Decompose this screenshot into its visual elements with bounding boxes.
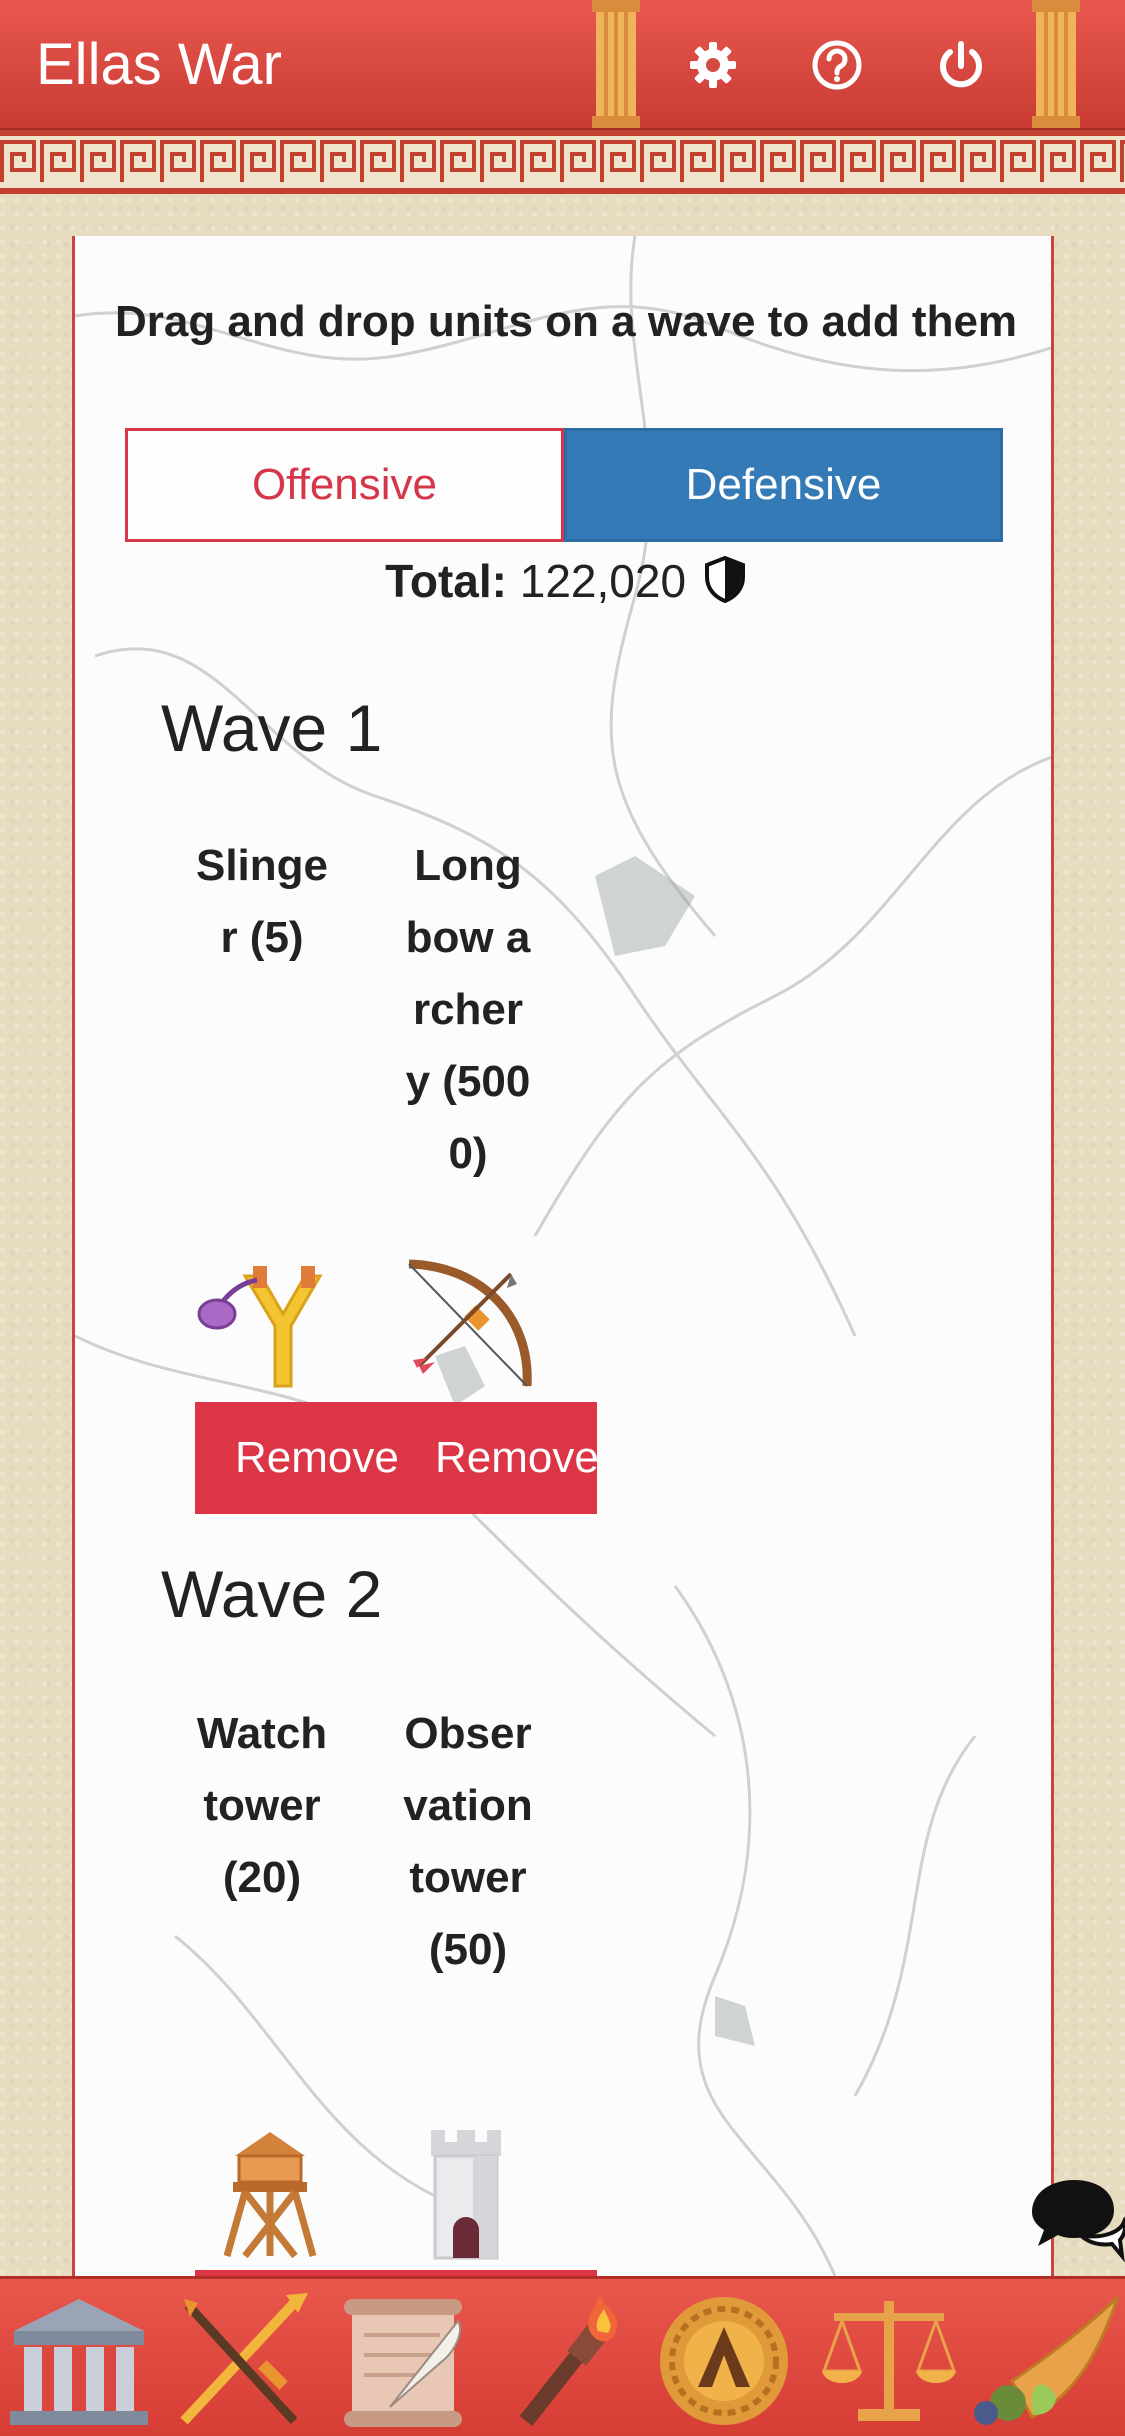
unit-name: Slinger (5) bbox=[195, 841, 329, 962]
tab-defensive[interactable]: Defensive bbox=[564, 428, 1003, 542]
unit-name: Watchtower (20) bbox=[196, 1709, 328, 1902]
wave-title: Wave 2 bbox=[161, 1557, 383, 1631]
unit-card[interactable]: Slinger (5) bbox=[177, 830, 347, 974]
slingshot-icon bbox=[197, 1266, 323, 1388]
bottom-nav bbox=[0, 2276, 1125, 2436]
column-pillar-icon bbox=[592, 0, 640, 128]
shield-icon bbox=[704, 555, 745, 603]
cornucopia-icon[interactable] bbox=[972, 2291, 1122, 2431]
wave-editor-panel: Drag and drop units on a wave to add the… bbox=[72, 236, 1054, 2276]
torch-icon[interactable] bbox=[496, 2291, 646, 2431]
remove-button[interactable]: Remove bbox=[397, 1402, 597, 1514]
spartan-shield-icon[interactable] bbox=[654, 2291, 804, 2431]
total-value: 122,020 bbox=[519, 555, 687, 607]
mode-tabs: Offensive Defensive bbox=[125, 428, 1003, 542]
total-label: Total: bbox=[385, 555, 507, 607]
tab-offensive[interactable]: Offensive bbox=[125, 428, 564, 542]
unit-card[interactable]: Longbow archery (5000) bbox=[383, 830, 553, 1190]
column-pillar-icon bbox=[1032, 0, 1080, 128]
remove-bar: Remove Remove bbox=[195, 1402, 597, 1514]
watchtower-icon bbox=[223, 2132, 317, 2259]
app-title: Ellas War bbox=[36, 32, 282, 97]
total-row: Total: 122,020 bbox=[75, 546, 1051, 616]
top-bar: Ellas War bbox=[0, 0, 1125, 130]
chat-bubbles-icon[interactable] bbox=[1022, 2172, 1125, 2264]
unit-name: Longbow archery (5000) bbox=[405, 841, 531, 1178]
greek-key-border bbox=[0, 130, 1125, 194]
unit-name: Observation tower (50) bbox=[403, 1709, 533, 1974]
unit-card[interactable]: Observation tower (50) bbox=[383, 1698, 553, 1986]
scales-icon[interactable] bbox=[814, 2291, 964, 2431]
scroll-quill-icon[interactable] bbox=[330, 2291, 480, 2431]
crossed-swords-icon[interactable] bbox=[164, 2291, 314, 2431]
instructions-text: Drag and drop units on a wave to add the… bbox=[114, 297, 1018, 346]
bow-arrow-icon bbox=[408, 1259, 532, 1387]
unit-card[interactable]: Watchtower (20) bbox=[177, 1698, 347, 1914]
temple-icon[interactable] bbox=[4, 2291, 154, 2431]
gear-icon[interactable] bbox=[686, 38, 740, 92]
remove-button[interactable]: Remove bbox=[195, 1402, 397, 1514]
wave-title: Wave 1 bbox=[161, 691, 383, 765]
power-icon[interactable] bbox=[934, 38, 988, 92]
help-circle-icon[interactable] bbox=[810, 38, 864, 92]
stone-tower-icon bbox=[431, 2130, 501, 2260]
